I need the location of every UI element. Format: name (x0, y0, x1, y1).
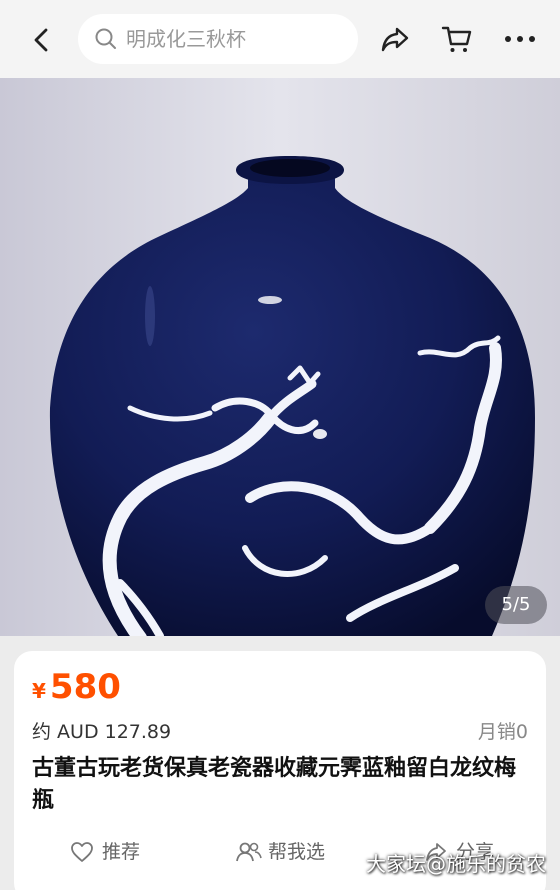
search-icon (95, 28, 116, 49)
product-image (0, 78, 560, 636)
product-title: 古董古玩老货保真老瓷器收藏元霁蓝釉留白龙纹梅瓶 (32, 756, 517, 813)
help-choose-button[interactable]: 帮我选 (236, 837, 346, 867)
price: ¥580 (32, 667, 121, 707)
monthly-sales: 月销0 (477, 721, 528, 743)
back-arrow-icon[interactable] (24, 22, 60, 58)
recommend-button[interactable]: 推荐 (70, 837, 160, 867)
top-bar: 明成化三秋杯 (0, 0, 560, 78)
search-input-text[interactable]: 明成化三秋杯 (126, 27, 246, 51)
watermark: 大家坛@施乐的贫农 (366, 852, 546, 876)
cart-icon[interactable] (440, 22, 474, 56)
share-icon[interactable] (378, 22, 412, 56)
product-image-gallery[interactable]: 5/5 (0, 78, 560, 636)
converted-price: 约 AUD 127.89 (32, 721, 172, 743)
people-icon (236, 842, 262, 862)
price-value: 580 (49, 667, 121, 707)
help-choose-label: 帮我选 (268, 841, 326, 863)
image-counter: 5/5 (485, 586, 547, 624)
recommend-label: 推荐 (102, 841, 141, 863)
currency-symbol: ¥ (32, 679, 46, 703)
search-bar[interactable]: 明成化三秋杯 (78, 14, 358, 64)
heart-icon (71, 842, 93, 862)
more-icon[interactable] (502, 24, 538, 54)
